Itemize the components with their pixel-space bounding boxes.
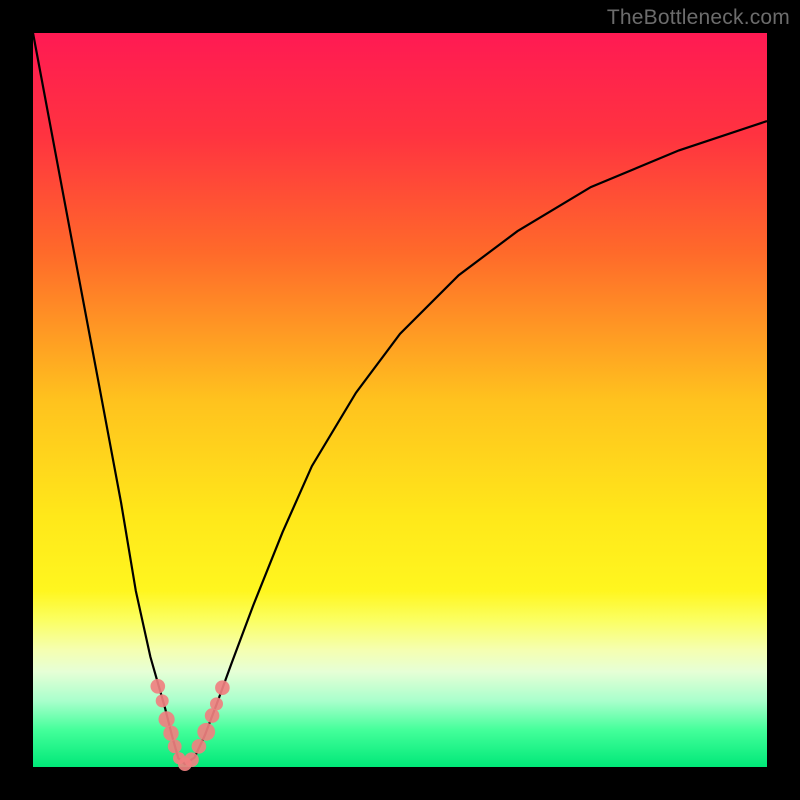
curve-layer	[33, 33, 767, 767]
bottleneck-curve	[33, 33, 767, 764]
bead	[168, 740, 182, 754]
bead	[205, 708, 220, 723]
bead	[210, 697, 223, 710]
bead	[215, 680, 230, 695]
bead	[192, 739, 207, 754]
bead	[156, 694, 169, 707]
bead	[159, 711, 175, 727]
plot-area	[33, 33, 767, 767]
bead-cluster	[151, 679, 230, 771]
bead	[163, 726, 178, 741]
watermark-text: TheBottleneck.com	[607, 6, 790, 30]
bead	[151, 679, 166, 694]
chart-frame: TheBottleneck.com	[0, 0, 800, 800]
bead	[184, 752, 199, 767]
bead	[197, 723, 215, 741]
